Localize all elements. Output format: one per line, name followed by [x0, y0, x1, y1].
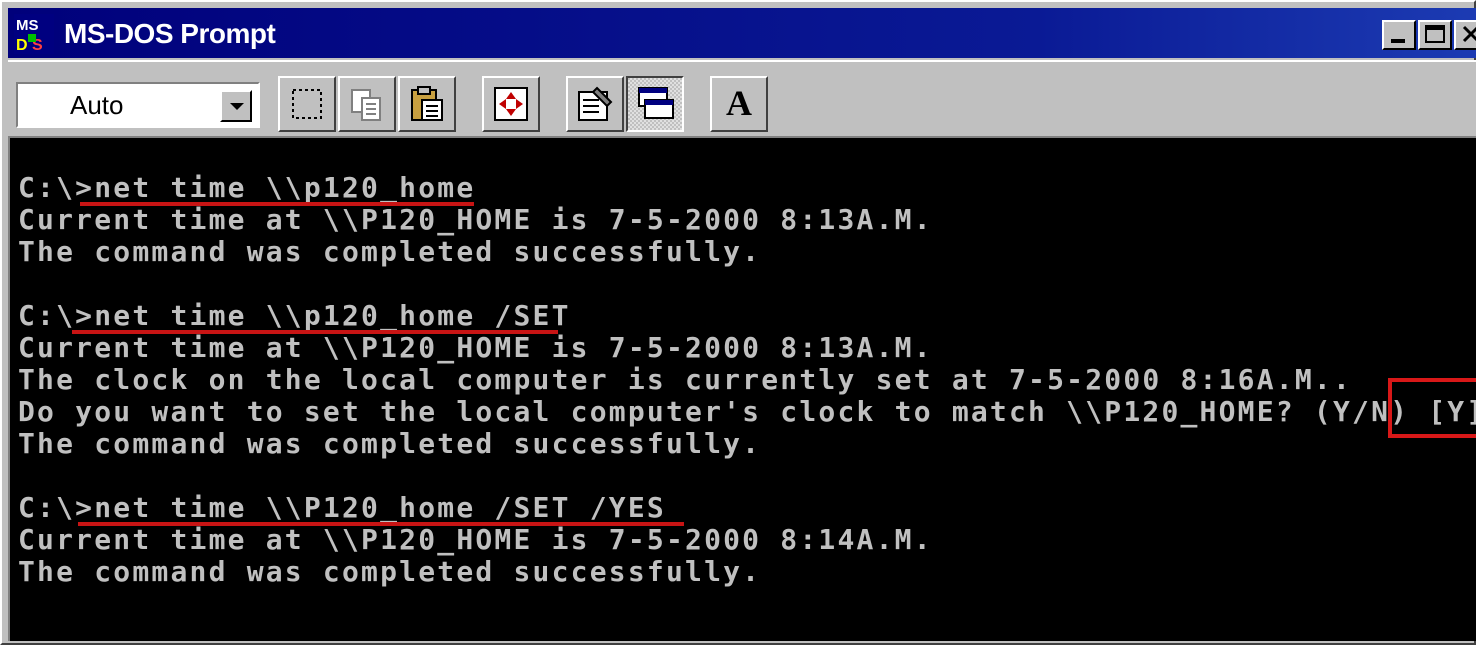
font-icon: A [726, 83, 752, 123]
copy-button[interactable] [338, 76, 396, 132]
console-line: Current time at \\P120_HOME is 7-5-2000 … [18, 331, 933, 364]
toolbar: Auto A [8, 60, 1476, 138]
properties-button[interactable] [566, 76, 624, 132]
background-button[interactable] [626, 76, 684, 132]
console-line: C:\>net time \\p120_home /SET [18, 299, 571, 332]
dropdown-arrow-icon[interactable] [220, 90, 252, 122]
minimize-icon [1391, 39, 1405, 43]
ms-dos-window: MS D S MS-DOS Prompt Auto A C:\>net time… [0, 0, 1476, 645]
console-line: Current time at \\P120_HOME is 7-5-2000 … [18, 203, 933, 236]
mark-button[interactable] [278, 76, 336, 132]
close-button[interactable] [1454, 20, 1476, 50]
console-line: The command was completed successfully. [18, 427, 762, 460]
background-icon [638, 87, 674, 119]
console-line: The command was completed successfully. [18, 235, 762, 268]
command-underline [72, 330, 558, 334]
command-underline [80, 202, 474, 206]
close-icon [1462, 25, 1476, 43]
console-output[interactable]: C:\>net time \\p120_home Current time at… [8, 136, 1476, 641]
console-line: C:\>net time \\p120_home [18, 171, 476, 204]
font-size-value: Auto [70, 90, 124, 120]
console-line: Do you want to set the local computer's … [18, 395, 1476, 428]
title-bar[interactable]: MS D S MS-DOS Prompt [8, 8, 1476, 58]
svg-text:D: D [16, 37, 28, 54]
paste-icon [411, 86, 443, 121]
window-title: MS-DOS Prompt [64, 18, 276, 49]
answer-highlight-box [1388, 378, 1476, 438]
maximize-button[interactable] [1418, 20, 1452, 50]
console-line: The command was completed successfully. [18, 555, 762, 588]
maximize-icon [1425, 25, 1445, 43]
console-line: The clock on the local computer is curre… [18, 363, 1353, 396]
console-line: Current time at \\P120_HOME is 7-5-2000 … [18, 523, 933, 556]
font-button[interactable]: A [710, 76, 768, 132]
mark-icon [292, 89, 322, 119]
full-screen-button[interactable] [482, 76, 540, 132]
paste-button[interactable] [398, 76, 456, 132]
minimize-button[interactable] [1382, 20, 1416, 50]
svg-text:MS: MS [16, 17, 39, 34]
command-underline [78, 522, 684, 526]
console-line: C:\>net time \\P120_home /SET /YES [18, 491, 666, 524]
copy-icon [351, 89, 381, 121]
full-screen-icon [494, 87, 528, 121]
ms-dos-icon: MS D S [14, 14, 54, 54]
properties-icon [578, 86, 613, 121]
font-size-select[interactable]: Auto [16, 82, 260, 128]
